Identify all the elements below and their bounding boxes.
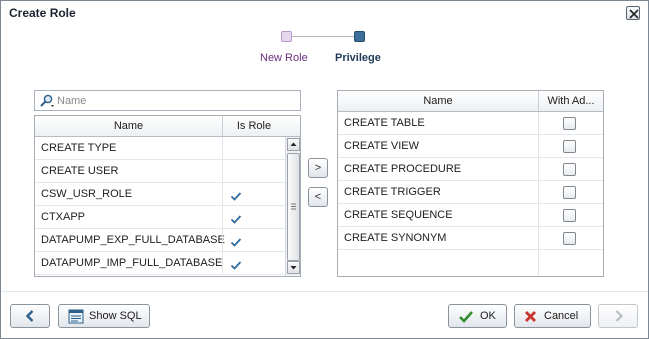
- row-is-role: [222, 160, 285, 182]
- table-row[interactable]: DATAPUMP_IMP_FULL_DATABASE: [35, 252, 285, 275]
- row-is-role: [222, 229, 285, 251]
- train-label-new-role[interactable]: New Role: [260, 52, 308, 64]
- arrow-up-icon: [290, 142, 297, 146]
- row-name: CREATE SYNONYM: [344, 232, 447, 244]
- scroll-up-button[interactable]: [287, 138, 300, 151]
- row-name: CREATE TABLE: [344, 117, 425, 129]
- arrow-down-icon: [290, 266, 297, 270]
- table-row[interactable]: CREATE SYNONYM: [338, 227, 603, 250]
- selected-table-header: Name With Ad...: [338, 91, 603, 112]
- row-name: DATAPUMP_IMP_FULL_DATABASE: [41, 257, 223, 269]
- available-table-header: Name Is Role: [35, 116, 300, 137]
- with-admin-checkbox[interactable]: [563, 232, 576, 245]
- table-row[interactable]: CREATE TYPE: [35, 137, 285, 160]
- column-header-name[interactable]: Name: [35, 116, 222, 136]
- row-name: CREATE TYPE: [41, 142, 117, 154]
- selected-table: Name With Ad... CREATE TABLE CREATE VIEW C…: [337, 90, 604, 277]
- vertical-scrollbar[interactable]: [285, 137, 300, 276]
- column-header-with-admin[interactable]: With Ad...: [538, 91, 603, 111]
- table-row[interactable]: CREATE VIEW: [338, 135, 603, 158]
- with-admin-checkbox[interactable]: [563, 163, 576, 176]
- table-row[interactable]: CREATE TRIGGER: [338, 181, 603, 204]
- row-name: CREATE TRIGGER: [344, 186, 441, 198]
- search-icon[interactable]: [39, 94, 55, 108]
- row-name: CREATE PROCEDURE: [344, 163, 462, 175]
- table-row[interactable]: DATAPUMP_EXP_FULL_DATABASE: [35, 229, 285, 252]
- train-connector: [292, 36, 354, 37]
- dialog-title: Create Role: [9, 6, 76, 20]
- create-role-dialog: Create Role New Role Privilege Name Is R…: [0, 0, 649, 339]
- row-name: CTXAPP: [41, 211, 86, 223]
- wizard-train: New Role Privilege: [1, 25, 648, 70]
- show-sql-label: Show SQL: [89, 310, 142, 322]
- table-row[interactable]: CREATE USER: [35, 160, 285, 183]
- show-sql-button[interactable]: Show SQL: [58, 304, 150, 328]
- with-admin-checkbox[interactable]: [563, 209, 576, 222]
- table-row[interactable]: CSW_USR_ROLE: [35, 183, 285, 206]
- row-is-role: [222, 206, 285, 228]
- title-bar: Create Role: [1, 1, 648, 25]
- search-box: [34, 90, 301, 111]
- cancel-x-icon: [525, 311, 536, 322]
- scroll-down-button[interactable]: [287, 261, 300, 274]
- check-icon: [459, 311, 473, 323]
- cancel-button[interactable]: Cancel: [514, 304, 591, 328]
- next-button[interactable]: [598, 304, 638, 328]
- train-label-privilege: Privilege: [335, 52, 381, 64]
- row-name: CSW_USR_ROLE: [41, 188, 133, 200]
- close-icon: [629, 9, 639, 19]
- footer-divider: [1, 291, 648, 292]
- row-is-role: [222, 252, 285, 274]
- table-row[interactable]: CREATE SEQUENCE: [338, 204, 603, 227]
- checkmark-icon: [230, 257, 242, 279]
- column-header-is-role[interactable]: Is Role: [222, 116, 285, 136]
- back-button[interactable]: [10, 304, 50, 328]
- sql-icon: [68, 309, 84, 324]
- move-left-button[interactable]: <: [308, 187, 328, 207]
- scroll-thumb[interactable]: [287, 153, 300, 261]
- move-right-button[interactable]: >: [308, 158, 328, 178]
- ok-label: OK: [480, 310, 496, 322]
- row-is-role: [222, 137, 285, 159]
- row-name: DATAPUMP_EXP_FULL_DATABASE: [41, 234, 225, 246]
- row-name: CREATE SEQUENCE: [344, 209, 453, 221]
- close-button[interactable]: [626, 6, 640, 20]
- table-row[interactable]: CREATE TABLE: [338, 112, 603, 135]
- train-stop-privilege[interactable]: [354, 31, 365, 42]
- search-input[interactable]: [57, 92, 297, 109]
- row-name: CREATE USER: [41, 165, 119, 177]
- cancel-label: Cancel: [544, 310, 579, 322]
- chevron-left-icon: [25, 310, 34, 322]
- with-admin-checkbox[interactable]: [563, 140, 576, 153]
- grip-icon: [291, 203, 296, 210]
- table-row[interactable]: CTXAPP: [35, 206, 285, 229]
- train-stop-new-role[interactable]: [281, 31, 292, 42]
- ok-button[interactable]: OK: [448, 304, 507, 328]
- with-admin-checkbox[interactable]: [563, 117, 576, 130]
- column-header-name[interactable]: Name: [338, 91, 538, 111]
- row-name: CREATE VIEW: [344, 140, 419, 152]
- available-table: Name Is Role CREATE TYPE CREATE USER CSW_U…: [34, 115, 301, 277]
- with-admin-checkbox[interactable]: [563, 186, 576, 199]
- column-divider: [538, 112, 539, 276]
- table-row[interactable]: CREATE PROCEDURE: [338, 158, 603, 181]
- chevron-right-icon: [615, 310, 624, 322]
- row-is-role: [222, 183, 285, 205]
